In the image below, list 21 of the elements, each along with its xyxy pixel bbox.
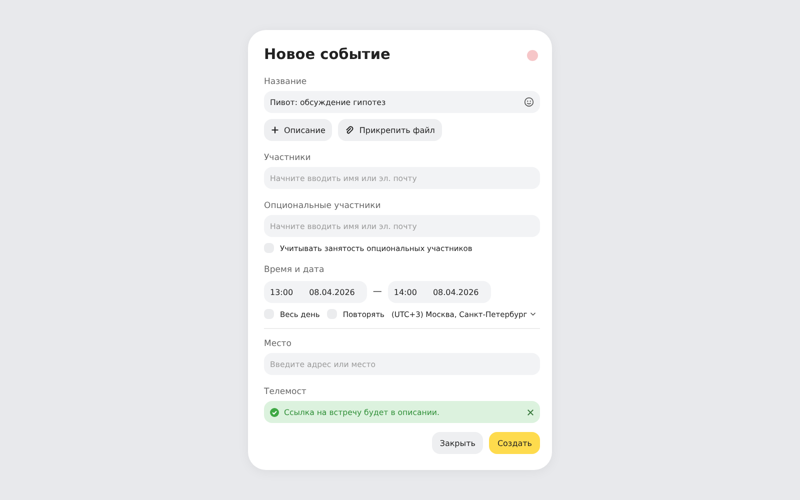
color-picker-icon[interactable] <box>527 50 538 60</box>
paperclip-icon <box>345 126 354 134</box>
field-label: Время и дата <box>264 265 324 275</box>
field-label: Телемост <box>264 387 306 397</box>
field-label: Место <box>264 339 292 349</box>
plus-icon <box>271 126 279 134</box>
close-button[interactable]: Закрыть <box>432 432 484 454</box>
attach-file-button[interactable]: Прикрепить файл <box>338 119 442 141</box>
create-button[interactable]: Создать <box>489 432 540 454</box>
smiley-icon[interactable] <box>524 97 534 107</box>
start-time-field[interactable]: 13:00 08.04.2026 <box>264 281 367 303</box>
dash: — <box>372 287 382 297</box>
field-label: Название <box>264 77 307 87</box>
close-icon[interactable] <box>527 408 534 416</box>
end-time-field[interactable]: 14:00 08.04.2026 <box>388 281 491 303</box>
field-label: Опциональные участники <box>264 201 381 211</box>
caret-icon <box>530 312 536 316</box>
field-label: Участники <box>264 153 311 163</box>
dialog-title: Новое событие <box>264 47 390 63</box>
description-button[interactable]: Описание <box>264 119 332 141</box>
check-circle-icon <box>270 408 279 416</box>
